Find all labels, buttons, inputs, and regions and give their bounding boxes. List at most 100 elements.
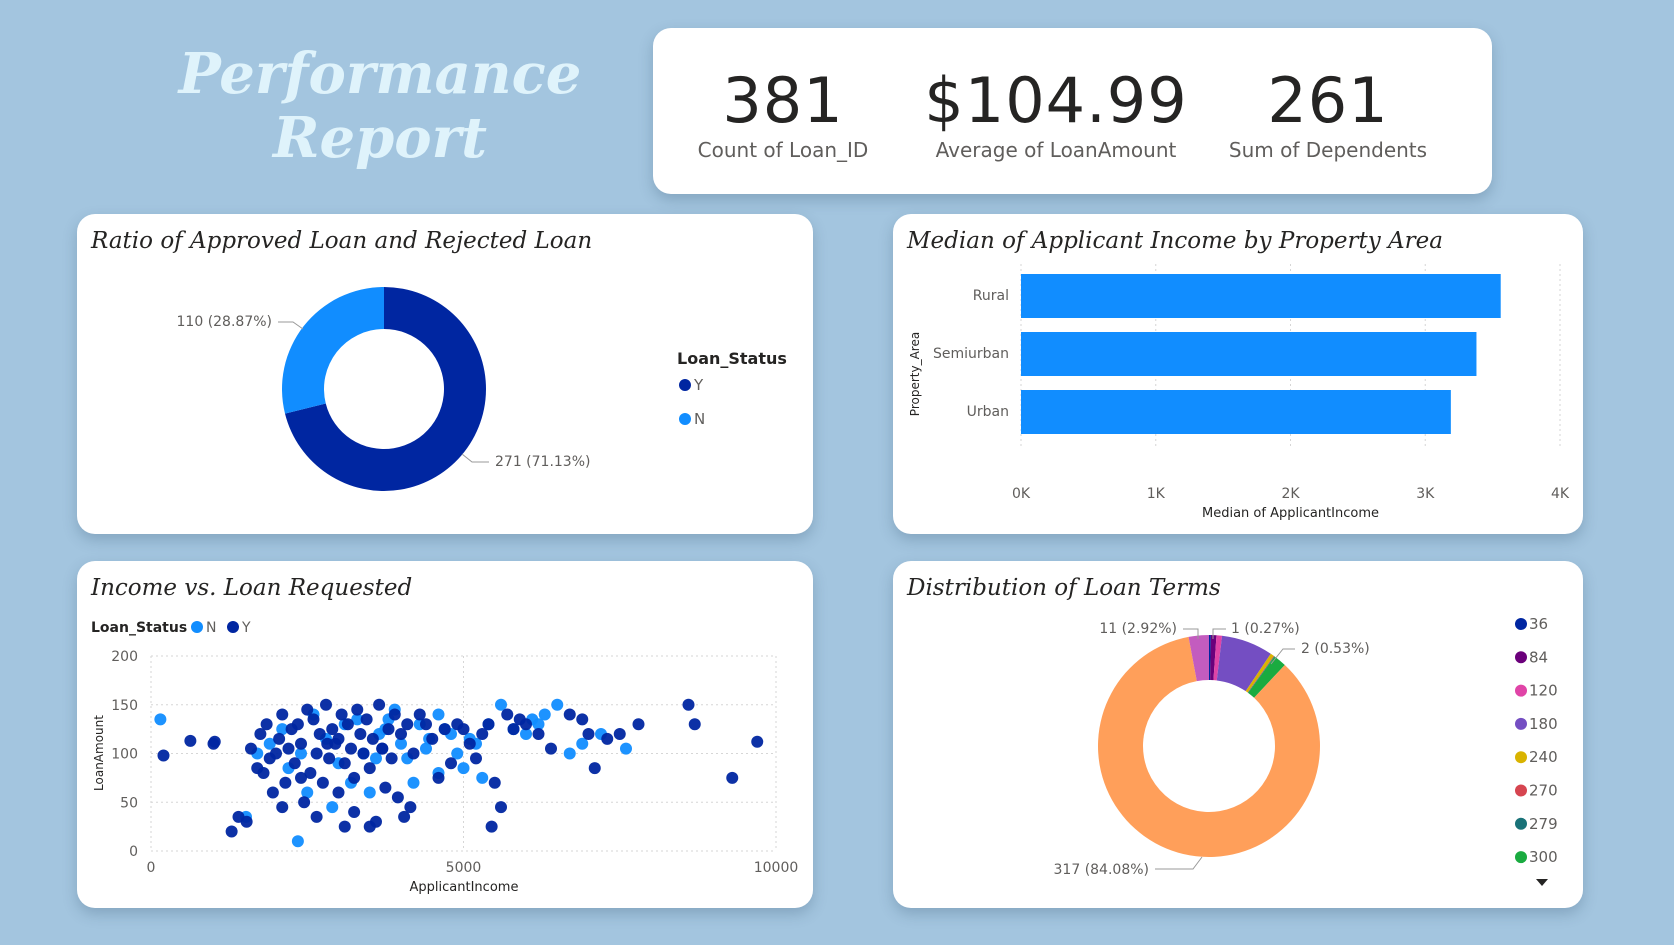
scatter-point-Y <box>495 801 507 814</box>
x-axis-title: ApplicantIncome <box>410 880 519 895</box>
scatter-point-Y <box>266 786 279 799</box>
scatter-point-Y <box>420 718 432 731</box>
legend-marker-279 <box>1515 817 1527 830</box>
scatter-point-Y <box>260 718 273 731</box>
x-tick-label: 0 <box>147 860 156 876</box>
data-label-leader <box>1155 856 1203 870</box>
legend-label: Y <box>693 376 704 394</box>
bar-Urban <box>1021 390 1451 434</box>
y-tick-label: 50 <box>120 795 138 811</box>
scatter-point-Y <box>279 776 292 789</box>
bar-Semiurban <box>1021 332 1477 376</box>
legend-marker-240 <box>1515 751 1527 764</box>
legend-marker-120 <box>1515 684 1527 697</box>
scatter-point-N <box>620 742 632 755</box>
loan-status-donut: 271 (71.13%) 110 (28.87%) Loan_Status YN <box>177 287 787 492</box>
legend-label: N <box>694 410 705 428</box>
data-label: 1 (0.27%) <box>1231 621 1300 637</box>
scatter-point-N <box>407 776 420 789</box>
y-tick-label: 150 <box>111 698 138 714</box>
scatter-point-Y <box>157 749 170 762</box>
legend-label: 36 <box>1529 615 1548 633</box>
scatter-point-Y <box>332 786 345 799</box>
legend-label: 120 <box>1529 682 1558 700</box>
scatter-point-Y <box>348 771 361 784</box>
y-tick-label: 100 <box>111 747 138 763</box>
scatter-point-Y <box>445 757 457 770</box>
x-axis-title: Median of ApplicantIncome <box>1202 506 1379 521</box>
scatter-point-Y <box>276 708 289 721</box>
x-tick-label: 1K <box>1147 486 1166 502</box>
x-tick-label: 0K <box>1012 486 1031 502</box>
scatter-point-Y <box>307 713 320 726</box>
scatter-point-Y <box>257 767 270 779</box>
scatter-point-N <box>291 835 304 848</box>
scatter-point-N <box>326 801 339 814</box>
scatter-point-Y <box>348 806 361 818</box>
legend-label: 180 <box>1529 715 1558 733</box>
legend-marker-180 <box>1515 717 1527 730</box>
scatter-point-Y <box>682 698 695 711</box>
scatter-point-Y <box>438 723 451 736</box>
scatter-point-Y <box>270 747 282 760</box>
scatter-point-Y <box>463 737 476 750</box>
scatter-point-Y <box>354 728 367 740</box>
scatter-point-Y <box>310 810 323 823</box>
x-tick-label: 4K <box>1551 486 1570 502</box>
scatter-point-N <box>551 698 564 711</box>
scatter-point-Y <box>273 732 286 745</box>
scatter-point-Y <box>726 771 739 784</box>
scatter-point-Y <box>282 742 295 755</box>
legend-marker-270 <box>1515 784 1527 797</box>
y-axis-title: Property_Area <box>908 332 922 416</box>
x-tick-label: 10000 <box>754 860 799 876</box>
scatter-point-Y <box>379 781 392 794</box>
scatter-point-Y <box>316 776 329 789</box>
legend-scroll-down-icon[interactable] <box>1536 879 1548 886</box>
scatter-point-Y <box>288 757 301 770</box>
scatter-point-N <box>563 747 576 760</box>
category-label: Semiurban <box>933 346 1009 362</box>
kpi-card: 381 Count of Loan_ID $104.99 Average of … <box>653 28 1492 194</box>
scatter-point-Y <box>563 708 576 721</box>
scatter-point-Y <box>385 752 398 765</box>
data-label: 110 (28.87%) <box>177 314 272 330</box>
category-label: Urban <box>967 404 1009 420</box>
kpi-label: Count of Loan_ID <box>697 138 869 162</box>
scatter-point-Y <box>208 735 221 748</box>
kpi-value: 381 <box>722 64 844 137</box>
y-tick-label: 0 <box>129 844 138 860</box>
scatter-point-Y <box>345 742 357 755</box>
scatter-point-Y <box>295 771 307 784</box>
scatter-point-Y <box>457 723 470 736</box>
kpi-value: 261 <box>1267 64 1389 137</box>
category-label: Rural <box>973 288 1009 304</box>
donut-slice-N <box>282 287 384 414</box>
report-title: Performance Report <box>178 41 582 171</box>
scatter-point-Y <box>482 718 495 731</box>
scatter-point-Y <box>401 718 414 731</box>
x-tick-label: 2K <box>1281 486 1300 502</box>
scatter-point-Y <box>470 752 482 765</box>
y-tick-label: 200 <box>111 649 138 665</box>
income-bar-chart: 0K 1K 2K 3K 4K Rural Semiurban Urban Median of A… <box>908 264 1570 521</box>
kpi-sum-dependents: 261 Sum of Dependents <box>1188 64 1468 163</box>
data-label: 317 (84.08%) <box>1054 862 1149 878</box>
scatter-point-Y <box>373 698 386 711</box>
scatter-point-Y <box>576 713 589 726</box>
scatter-point-Y <box>601 732 614 745</box>
income-vs-loan-card: Income vs. Loan Requested 0 50 100 150 200 0 5… <box>77 561 813 908</box>
scatter-point-Y <box>391 791 404 804</box>
kpi-label: Average of LoanAmount <box>935 138 1177 162</box>
scatter-point-Y <box>366 732 379 745</box>
scatter-point-Y <box>432 771 445 784</box>
scatter-point-Y <box>632 718 645 731</box>
x-tick-label: 5000 <box>446 860 482 876</box>
income-by-area-card: Median of Applicant Income by Property A… <box>893 214 1583 534</box>
scatter-point-Y <box>376 742 389 755</box>
loan-terms-card: Distribution of Loan Terms 1 (0.27%) 2 (0… <box>893 561 1583 908</box>
scatter-point-Y <box>338 757 351 770</box>
data-label: 2 (0.53%) <box>1301 641 1370 657</box>
scatter-point-Y <box>321 737 334 750</box>
loan-status-card: Ratio of Approved Loan and Rejected Loan… <box>77 214 813 534</box>
